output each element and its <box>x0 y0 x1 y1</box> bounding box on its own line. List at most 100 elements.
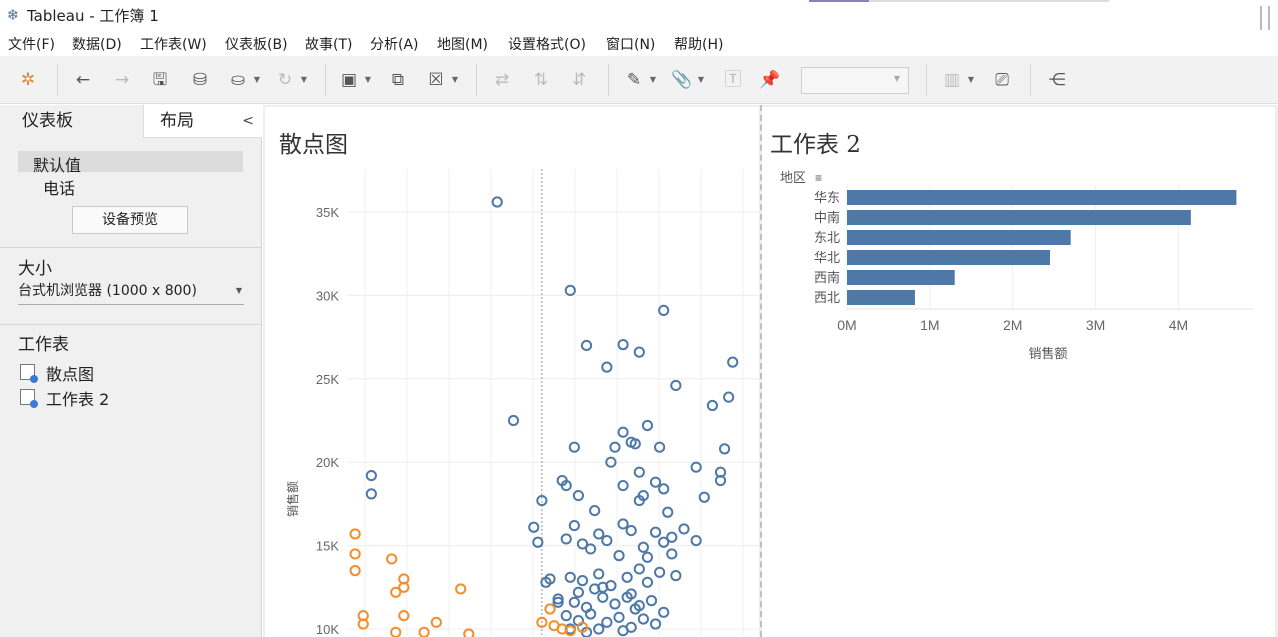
size-dropdown-value: 台式机浏览器 (1000 x 800) <box>18 283 197 299</box>
x-tick-label: 0M <box>837 317 856 333</box>
refresh-icon[interactable]: ↻ ▼ <box>273 68 307 92</box>
tab-dashboard[interactable]: 仪表板 <box>0 105 143 138</box>
scatter-point <box>637 541 649 553</box>
tableau-logo-icon[interactable]: ✲ <box>16 68 40 92</box>
new-sheet-icon[interactable]: ▣ ▼ <box>337 68 371 92</box>
scatter-point <box>593 528 605 540</box>
device-phone[interactable]: 电话 <box>43 175 75 199</box>
clear-sheet-icon[interactable]: ☒ ▼ <box>424 68 458 92</box>
chevron-down-icon: ▼ <box>893 74 900 83</box>
toolbar-separator <box>608 64 609 96</box>
scatter-point <box>654 441 666 453</box>
pause-update-icon[interactable]: ⛀ ▼ <box>226 68 260 92</box>
scatter-point <box>645 595 658 607</box>
scatter-point <box>455 583 467 595</box>
dimension-label: 地区 <box>780 170 806 185</box>
menu-story[interactable]: 故事(T) <box>305 34 352 54</box>
scatter-point <box>349 548 361 560</box>
scatter-point <box>718 443 731 455</box>
scatter-point <box>666 548 678 560</box>
x-tick-label: 2M <box>1003 317 1022 333</box>
y-tick-label: 25K <box>316 372 339 387</box>
scatter-point <box>491 196 503 208</box>
collapse-panel-icon[interactable]: < <box>242 105 254 138</box>
presentation-icon[interactable]: ⎚ <box>990 68 1014 92</box>
pin-icon[interactable]: 📌 <box>758 68 782 92</box>
tab-layout[interactable]: 布局 < <box>143 105 262 138</box>
scatter-sheet[interactable]: 散点图 10K 15K 20K 25K 30K 35K 销售额 <box>265 107 759 637</box>
redo-icon[interactable]: → <box>110 68 134 92</box>
show-cards-icon[interactable]: ▥ ▼ <box>940 68 974 92</box>
bar <box>847 250 1050 265</box>
menu-help[interactable]: 帮助(H) <box>674 34 723 54</box>
sheet-item-label: 散点图 <box>46 365 95 384</box>
sheet-item-label: 工作表 2 <box>46 390 110 409</box>
scatter-point <box>564 571 576 583</box>
bar-chart[interactable]: 地区 ≡ 0M 1M 2M 3M 4M 华东中南东北华北西南西北销售额 <box>762 107 1275 637</box>
scatter-chart[interactable]: 10K 15K 20K 25K 30K 35K 销售额 <box>265 107 759 637</box>
scatter-point <box>690 534 702 547</box>
scatter-point <box>658 483 670 495</box>
scatter-point <box>568 519 580 532</box>
swap-icon[interactable]: ⇄ <box>490 68 514 92</box>
scatter-point <box>430 616 442 628</box>
menu-map[interactable]: 地图(M) <box>437 34 488 54</box>
scatter-point <box>617 518 629 530</box>
bar <box>847 190 1237 205</box>
menu-worksheet[interactable]: 工作表(W) <box>140 34 207 54</box>
menu-window[interactable]: 窗口(N) <box>606 34 655 54</box>
label-icon[interactable]: 🅃 <box>721 68 745 92</box>
new-datasource-icon[interactable]: ⛁ <box>188 68 212 92</box>
category-label: 华东 <box>814 190 840 205</box>
scatter-point <box>528 521 540 533</box>
scatter-point <box>365 488 377 500</box>
sheets-header: 工作表 <box>18 335 69 355</box>
sort-ascending-icon[interactable]: ⇅ <box>529 68 553 92</box>
scatter-point <box>617 625 629 637</box>
scatter-point <box>641 419 654 432</box>
save-icon[interactable]: 🖫 <box>148 68 172 92</box>
section-divider <box>0 247 262 248</box>
scatter-point <box>678 523 690 535</box>
size-dropdown[interactable]: 台式机浏览器 (1000 x 800) ▼ <box>18 280 244 305</box>
toolbar-separator <box>325 64 326 96</box>
bar-sheet[interactable]: 工作表 2 地区 ≡ 0M 1M 2M 3M 4M 华东 中南 东北 华北 西南 西北 销售额 <box>762 107 1275 637</box>
scatter-point <box>349 528 361 540</box>
y-tick-label: 30K <box>316 288 339 303</box>
highlight-icon[interactable]: ✎ ▼ <box>622 68 656 92</box>
y-tick-label: 10K <box>316 622 339 637</box>
bar <box>847 230 1071 245</box>
title-accent-line <box>809 0 869 2</box>
x-tick-label: 1M <box>920 317 939 333</box>
title-grey-line <box>869 0 1109 2</box>
menu-analysis[interactable]: 分析(A) <box>370 34 419 54</box>
worksheet-icon <box>20 389 38 408</box>
device-default[interactable]: 默认值 <box>33 152 81 176</box>
scatter-point <box>463 628 475 637</box>
bar <box>847 210 1191 225</box>
menu-dashboard[interactable]: 仪表板(B) <box>225 34 288 54</box>
scatter-point <box>670 570 682 582</box>
sort-descending-icon[interactable]: ⇵ <box>567 68 591 92</box>
fit-dropdown[interactable]: ▼ <box>801 67 909 94</box>
undo-icon[interactable]: ← <box>71 68 95 92</box>
menu-data[interactable]: 数据(D) <box>72 34 122 54</box>
category-label: 东北 <box>814 230 840 245</box>
scatter-point <box>560 533 572 545</box>
scatter-point <box>633 466 645 478</box>
x-tick-label: 3M <box>1086 317 1105 333</box>
scatter-point <box>593 568 605 580</box>
toolbar-separator <box>926 64 927 96</box>
share-icon[interactable]: ⋲ <box>1045 68 1069 92</box>
scatter-point <box>580 339 593 352</box>
menu-file[interactable]: 文件(F) <box>8 34 55 54</box>
scatter-point <box>670 379 682 392</box>
scatter-point <box>609 598 621 610</box>
tab-layout-label: 布局 <box>160 111 194 131</box>
side-panel-tabs: 仪表板 布局 < <box>0 105 262 138</box>
scatter-point <box>654 566 666 578</box>
device-preview-button[interactable]: 设备预览 <box>72 206 188 234</box>
menu-format[interactable]: 设置格式(O) <box>508 34 586 54</box>
group-icon[interactable]: 📎 ▼ <box>670 68 704 92</box>
duplicate-sheet-icon[interactable]: ⧉ <box>386 68 410 92</box>
